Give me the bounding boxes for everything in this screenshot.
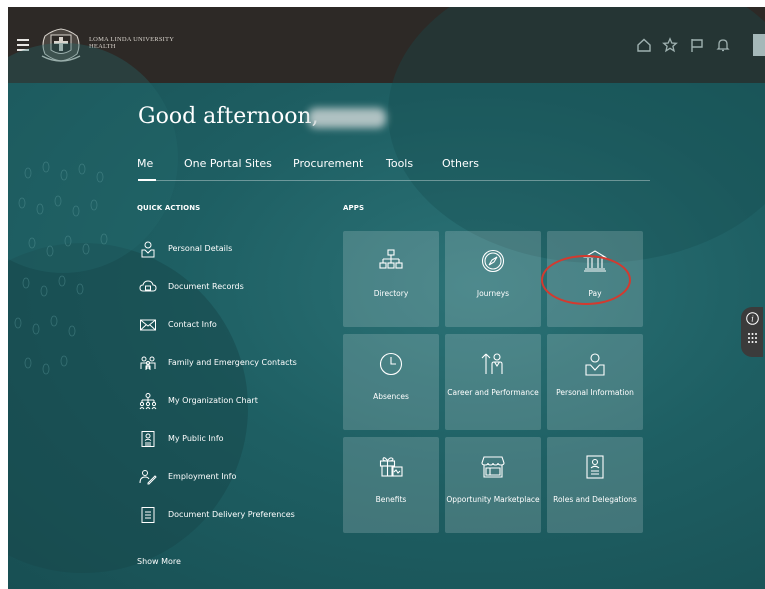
app-tile-label: Career and Performance — [447, 388, 539, 397]
quick-action-label: My Organization Chart — [168, 396, 258, 405]
tab-divider — [138, 180, 650, 181]
person-card-icon — [141, 241, 155, 258]
app-tile-label: Directory — [373, 289, 409, 298]
envelope-icon — [140, 319, 156, 331]
id-badge-icon — [586, 455, 604, 479]
career-icon — [481, 353, 503, 374]
logo-wordmark: LOMA LINDA UNIVERSITY HEALTH — [89, 36, 174, 50]
quick-action-label: Document Delivery Preferences — [168, 510, 295, 519]
quick-action-document-delivery-preferences[interactable]: Document Delivery Preferences — [139, 506, 329, 528]
document-list-icon — [141, 507, 155, 523]
quick-action-label: Document Records — [168, 282, 244, 291]
quick-action-label: Family and Emergency Contacts — [168, 358, 297, 367]
app-window: LOMA LINDA UNIVERSITY HEALTH Good aftern… — [8, 7, 765, 589]
svg-text:i: i — [751, 315, 754, 324]
tab-one-portal-sites[interactable]: One Portal Sites — [184, 157, 272, 170]
person-edit-icon — [139, 470, 157, 485]
greeting-heading: Good afternoon, — [138, 104, 319, 129]
gift-icon — [379, 457, 403, 477]
app-tile-personal-information[interactable]: Personal Information — [547, 334, 643, 430]
quick-action-family-emergency-contacts[interactable]: Family and Emergency Contacts — [139, 354, 329, 376]
id-badge-icon — [141, 431, 155, 447]
tab-bar: Me One Portal Sites Procurement Tools Ot… — [137, 157, 651, 179]
app-tile-label: Opportunity Marketplace — [446, 495, 540, 504]
decorative-pattern — [14, 161, 108, 375]
app-tile-journeys[interactable]: Journeys — [445, 231, 541, 327]
storefront-icon — [481, 456, 505, 478]
app-tile-benefits[interactable]: Benefits — [343, 437, 439, 533]
quick-action-label: Personal Details — [168, 244, 233, 253]
app-tile-career-performance[interactable]: Career and Performance — [445, 334, 541, 430]
side-panel-toggle[interactable]: i — [741, 307, 763, 357]
app-tile-roles-delegations[interactable]: Roles and Delegations — [547, 437, 643, 533]
quick-action-my-public-info[interactable]: My Public Info — [139, 430, 329, 452]
family-icon — [140, 356, 156, 370]
quick-action-label: Employment Info — [168, 472, 237, 481]
tab-procurement[interactable]: Procurement — [293, 157, 363, 170]
quick-action-personal-details[interactable]: Personal Details — [139, 240, 329, 262]
org-chart-icon — [379, 249, 403, 269]
apps-title: APPS — [343, 204, 365, 212]
app-tile-opportunity-marketplace[interactable]: Opportunity Marketplace — [445, 437, 541, 533]
app-tile-label: Personal Information — [556, 388, 634, 397]
compass-icon — [481, 249, 505, 273]
tab-tools[interactable]: Tools — [386, 157, 413, 170]
cloud-document-icon — [139, 280, 157, 292]
quick-action-contact-info[interactable]: Contact Info — [139, 316, 329, 338]
person-card-icon — [585, 353, 605, 376]
quick-action-label: Contact Info — [168, 320, 217, 329]
redacted-user-name — [308, 108, 386, 128]
tab-me[interactable]: Me — [137, 157, 153, 170]
app-tile-label: Pay — [588, 289, 602, 298]
grid-dots-icon — [748, 333, 757, 343]
bank-icon — [583, 250, 607, 272]
org-chart-icon — [139, 393, 157, 410]
quick-actions-title: QUICK ACTIONS — [137, 204, 201, 212]
app-tile-label: Roles and Delegations — [553, 495, 637, 504]
info-icon: i — [746, 312, 759, 325]
quick-action-employment-info[interactable]: Employment Info — [139, 468, 329, 490]
quick-action-label: My Public Info — [168, 434, 224, 443]
tab-active-indicator — [138, 179, 156, 181]
app-tile-pay[interactable]: Pay — [547, 231, 643, 327]
tab-others[interactable]: Others — [442, 157, 479, 170]
logo-text-line1: LOMA LINDA UNIVERSITY — [89, 36, 175, 43]
show-more-link[interactable]: Show More — [137, 557, 181, 566]
quick-action-document-records[interactable]: Document Records — [139, 278, 329, 300]
app-tile-label: Journeys — [476, 289, 510, 298]
app-tile-label: Benefits — [375, 495, 407, 504]
app-tile-directory[interactable]: Directory — [343, 231, 439, 327]
clock-icon — [379, 352, 403, 376]
quick-action-org-chart[interactable]: My Organization Chart — [139, 392, 329, 414]
app-tile-label: Absences — [373, 392, 409, 401]
app-tile-absences[interactable]: Absences — [343, 334, 439, 430]
